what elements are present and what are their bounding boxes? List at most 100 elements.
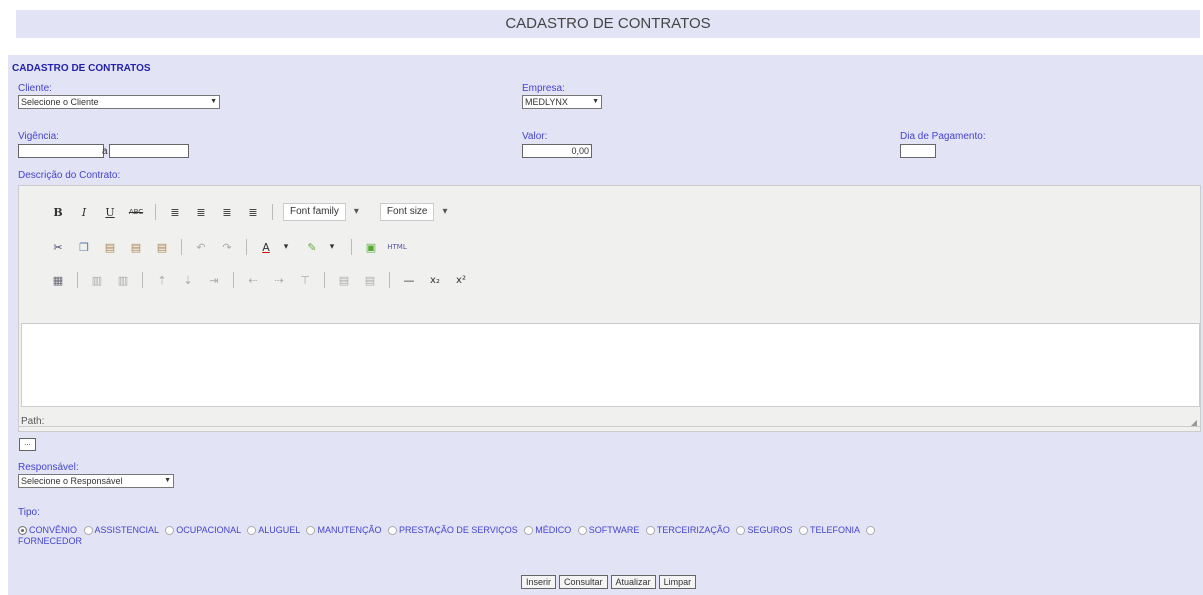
limpar-button[interactable]: Limpar — [658, 575, 697, 589]
toolbar-divider — [233, 272, 234, 288]
font-size-select[interactable]: Font size ▾ — [379, 203, 447, 221]
text-color-icon[interactable]: A — [257, 238, 275, 256]
table-cell-props-icon[interactable]: ▥ — [114, 271, 132, 289]
chevron-down-icon: ▼ — [592, 98, 599, 105]
redo-icon[interactable]: ↷ — [218, 238, 236, 256]
radio-label: SEGUROS — [747, 525, 793, 535]
vigencia-start-input[interactable] — [18, 144, 104, 158]
paste-icon[interactable]: ▤ — [101, 238, 119, 256]
cut-icon[interactable]: ✂ — [49, 238, 67, 256]
radio-prestacao-servicos[interactable] — [388, 526, 397, 536]
align-left-icon[interactable]: ≣ — [166, 203, 184, 221]
bold-icon[interactable]: B — [49, 203, 67, 221]
chevron-down-icon: ▼ — [210, 98, 217, 105]
toolbar-divider — [351, 239, 352, 255]
delete-row-icon[interactable]: ⇥ — [205, 271, 223, 289]
editor-extra-button[interactable]: ... — [19, 438, 36, 451]
html-icon[interactable]: HTML — [387, 238, 406, 256]
undo-icon[interactable]: ↶ — [192, 238, 210, 256]
radio-assistencial[interactable] — [83, 526, 93, 536]
align-justify-icon[interactable]: ≣ — [244, 203, 262, 221]
editor-toolbar-row-2: ✂ ❐ ▤ ▤ ▤ ↶ ↷ A ▾ ✎ ▾ ▣ HTML — [49, 237, 414, 257]
italic-icon[interactable]: I — [75, 203, 93, 221]
radio-seguros[interactable] — [736, 526, 746, 536]
radio-convenio[interactable] — [18, 526, 27, 536]
font-family-label: Font family — [290, 206, 339, 217]
radio-ocupacional[interactable] — [165, 526, 175, 536]
radio-label: MANUTENÇÃO — [317, 525, 382, 535]
consultar-button[interactable]: Consultar — [559, 575, 608, 589]
highlight-color-icon[interactable]: ✎ — [303, 238, 321, 256]
copy-icon[interactable]: ❐ — [75, 238, 93, 256]
valor-label: Valor: — [522, 131, 548, 142]
paste-word-icon[interactable]: ▤ — [153, 238, 171, 256]
radio-medico[interactable] — [524, 526, 534, 536]
tipo-label: Tipo: — [18, 507, 40, 518]
merge-cells-icon[interactable]: ▤ — [361, 271, 379, 289]
underline-icon[interactable]: U — [101, 203, 119, 221]
editor-toolbar-row-1: B I U ABC ≣ ≣ ≣ ≣ Font family ▾ Font size… — [49, 202, 454, 222]
align-center-icon[interactable]: ≣ — [192, 203, 210, 221]
dia-pagamento-label: Dia de Pagamento: — [900, 131, 986, 142]
table-row-props-icon[interactable]: ▥ — [88, 271, 106, 289]
page-banner-title: CADASTRO DE CONTRATOS — [16, 10, 1200, 38]
responsavel-label: Responsável: — [18, 462, 79, 473]
align-right-icon[interactable]: ≣ — [218, 203, 236, 221]
font-family-select[interactable]: Font family ▾ — [283, 203, 359, 221]
section-title: CADASTRO DE CONTRATOS — [12, 63, 151, 74]
radio-telefonia[interactable] — [798, 526, 808, 536]
toolbar-divider — [77, 272, 78, 288]
horizontal-rule-icon[interactable]: — — [400, 271, 418, 289]
chevron-down-icon[interactable]: ▾ — [323, 238, 341, 256]
inserir-button[interactable]: Inserir — [521, 575, 557, 589]
chevron-down-icon: ▾ — [442, 206, 448, 217]
atualizar-button[interactable]: Atualizar — [610, 575, 656, 589]
subscript-icon[interactable]: x₂ — [426, 271, 444, 289]
vigencia-end-input[interactable] — [109, 144, 189, 158]
chevron-down-icon: ▾ — [353, 206, 359, 217]
form-actions: Inserir Consultar Atualizar Limpar — [521, 575, 697, 589]
radio-label: OCUPACIONAL — [176, 525, 241, 535]
insert-row-after-icon[interactable]: ⇣ — [179, 271, 197, 289]
empresa-select[interactable]: MEDLYNX ▼ — [522, 95, 602, 109]
image-icon[interactable]: ▣ — [362, 238, 380, 256]
radio-label: FORNECEDOR — [18, 536, 83, 546]
radio-label: MÉDICO — [535, 525, 572, 535]
toolbar-divider — [246, 239, 247, 255]
radio-software[interactable] — [577, 526, 587, 536]
radio-label: ALUGUEL — [258, 525, 300, 535]
radio-label: TELEFONIA — [809, 525, 860, 535]
radio-manutencao[interactable] — [306, 526, 316, 536]
delete-col-icon[interactable]: ⊤ — [296, 271, 314, 289]
superscript-icon[interactable]: x² — [452, 271, 470, 289]
toolbar-divider — [142, 272, 143, 288]
radio-terceirizacao[interactable] — [645, 526, 655, 536]
insert-col-before-icon[interactable]: ⇠ — [244, 271, 262, 289]
radio-label: CONVÊNIO — [29, 525, 78, 535]
cliente-select[interactable]: Selecione o Cliente ▼ — [18, 95, 220, 109]
toolbar-divider — [324, 272, 325, 288]
radio-label: ASSISTENCIAL — [94, 525, 159, 535]
tipo-radio-group: CONVÊNIO ASSISTENCIAL OCUPACIONAL ALUGUE… — [18, 525, 1188, 547]
insert-col-after-icon[interactable]: ⇢ — [270, 271, 288, 289]
radio-aluguel[interactable] — [247, 526, 257, 536]
editor-content-area[interactable] — [21, 323, 1200, 407]
valor-input[interactable]: 0,00 — [522, 144, 592, 158]
empresa-label: Empresa: — [522, 83, 565, 94]
toolbar-divider — [389, 272, 390, 288]
table-icon[interactable]: ▦ — [49, 271, 67, 289]
resize-handle-icon[interactable]: ◢ — [1191, 418, 1197, 427]
responsavel-select[interactable]: Selecione o Responsável ▼ — [18, 474, 174, 488]
toolbar-divider — [272, 204, 273, 220]
radio-fornecedor[interactable] — [866, 526, 876, 536]
strikethrough-icon[interactable]: ABC — [127, 203, 145, 221]
insert-row-before-icon[interactable]: ⇡ — [153, 271, 171, 289]
split-cells-icon[interactable]: ▤ — [335, 271, 353, 289]
dia-pagamento-input[interactable] — [900, 144, 936, 158]
radio-label: PRESTAÇÃO DE SERVIÇOS — [399, 525, 518, 535]
rich-text-editor: B I U ABC ≣ ≣ ≣ ≣ Font family ▾ Font size… — [18, 185, 1201, 432]
chevron-down-icon: ▼ — [164, 477, 171, 484]
chevron-down-icon[interactable]: ▾ — [277, 238, 295, 256]
radio-label: SOFTWARE — [588, 525, 640, 535]
paste-text-icon[interactable]: ▤ — [127, 238, 145, 256]
